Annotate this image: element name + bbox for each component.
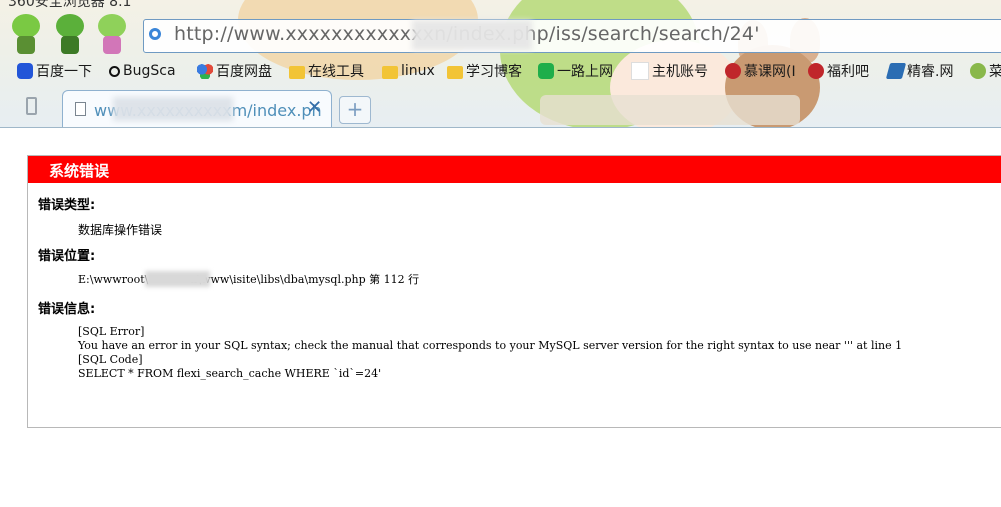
- bookmark-item[interactable]: 慕课网(I: [725, 60, 796, 82]
- bookmark-item[interactable]: 百度网盘: [197, 60, 272, 82]
- error-type-value: 数据库操作错误: [78, 223, 163, 237]
- window-title: 360安全浏览器 8.1: [8, 0, 132, 10]
- avatar-icon[interactable]: [52, 14, 88, 54]
- green-logo-icon: [538, 63, 554, 79]
- error-type-label: 错误类型:: [38, 198, 96, 213]
- close-icon[interactable]: ✕: [307, 97, 322, 118]
- error-panel: 系统错误 错误类型: 数据库操作错误 错误位置: E:\wwwroot\ n\w…: [27, 155, 1001, 428]
- error-info-line: You have an error in your SQL syntax; ch…: [78, 339, 903, 352]
- bookmark-item[interactable]: 学习博客: [447, 60, 522, 82]
- bookmark-item[interactable]: 主机账号: [631, 60, 708, 82]
- bookmark-label: 慕课网(I: [744, 64, 796, 80]
- cn-icon: [970, 63, 986, 79]
- error-location-label: 错误位置:: [38, 249, 96, 264]
- site-info-icon[interactable]: [149, 28, 161, 40]
- page-icon: [75, 102, 86, 116]
- bookmark-item[interactable]: 精睿.网: [885, 60, 954, 82]
- fuli-icon: [808, 63, 824, 79]
- redacted-blur: [113, 97, 233, 121]
- error-info-line: [SQL Code]: [78, 353, 143, 366]
- bookmark-label: 一路上网: [557, 64, 613, 80]
- error-location-value: E:\wwwroot\ n\www\isite\libs\dba\mysql.p…: [78, 273, 420, 286]
- bookmark-label: 福利吧: [827, 64, 869, 80]
- bookmark-label: 百度一下: [36, 64, 92, 80]
- plane-icon: [885, 63, 907, 79]
- bookmark-item[interactable]: 在线工具: [289, 60, 364, 82]
- bookmark-label: linux: [401, 63, 435, 79]
- avatar-icon[interactable]: [8, 14, 44, 54]
- bookmark-label: 百度网盘: [216, 64, 272, 80]
- error-header: 系统错误: [28, 156, 1001, 183]
- bookmark-item[interactable]: 一路上网: [538, 60, 613, 82]
- redacted-blur: [412, 20, 532, 50]
- bookmark-label: BugSca: [123, 63, 176, 79]
- folder-icon: [289, 65, 305, 79]
- bookmark-label: 菜: [989, 61, 1001, 81]
- new-tab-button[interactable]: +: [339, 96, 371, 124]
- bookmark-item[interactable]: 百度一下: [17, 60, 92, 82]
- error-info-label: 错误信息:: [38, 302, 96, 317]
- error-info-line: SELECT * FROM flexi_search_cache WHERE `…: [78, 367, 382, 380]
- baidu-pan-icon: [197, 63, 213, 79]
- theme-decoration: [540, 95, 800, 125]
- bookmark-label: 主机账号: [652, 64, 708, 80]
- error-title: 系统错误: [49, 162, 110, 180]
- error-info-line: [SQL Error]: [78, 325, 145, 338]
- phone-icon[interactable]: [26, 97, 37, 115]
- folder-icon: [447, 65, 463, 79]
- avatar-icon[interactable]: [94, 14, 130, 54]
- bookmark-label: 学习博客: [466, 64, 522, 80]
- bookmark-item[interactable]: BugSca: [109, 60, 176, 82]
- page-icon: [631, 62, 649, 80]
- mooc-icon: [725, 63, 741, 79]
- browser-tab[interactable]: www.xxxxxxxxxxm/index.ph ✕: [62, 90, 332, 127]
- browser-chrome: 360安全浏览器 8.1 http://www.xxxxxxxxxxxxxn/i…: [0, 0, 1001, 128]
- search-icon: [109, 65, 120, 77]
- bookmark-label: 在线工具: [308, 64, 364, 80]
- bookmark-item[interactable]: linux: [382, 60, 435, 82]
- bookmark-label: 精睿.网: [907, 64, 954, 80]
- redacted-blur: [145, 271, 210, 287]
- bookmark-item[interactable]: 菜: [970, 60, 1001, 82]
- folder-icon: [382, 65, 398, 79]
- baidu-paw-icon: [17, 63, 33, 79]
- address-bar[interactable]: http://www.xxxxxxxxxxxxxn/index.php/iss/…: [143, 19, 1001, 53]
- bookmark-item[interactable]: 福利吧: [808, 60, 869, 82]
